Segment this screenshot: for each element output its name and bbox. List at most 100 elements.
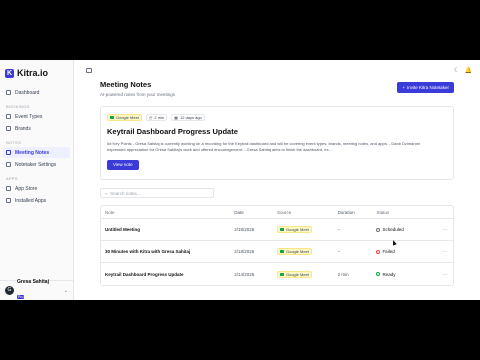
theme-toggle-icon[interactable]: ☾ (454, 67, 459, 74)
sidebar-item-label: Meeting Notes (15, 149, 50, 156)
column-header-duration[interactable]: Duration (338, 210, 377, 215)
sidebar-item-label: Notetaker Settings (15, 161, 57, 168)
row-actions-button[interactable]: ··· (437, 272, 453, 277)
sidebar-item-installed-apps[interactable]: Installed Apps (3, 195, 70, 206)
notes-icon (6, 150, 11, 155)
note-summary: ## Key Points - Gresa Sahitaj is current… (107, 141, 421, 152)
status-cell: Failed (376, 249, 437, 254)
sidebar-item-dashboard[interactable]: Dashboard (3, 87, 70, 98)
column-header-note[interactable]: Note (101, 210, 234, 215)
age-chip: ▦ 12 days ago (171, 113, 205, 121)
note-meta: Google Meet ◷ 2 min ▦ 12 days ago (107, 113, 447, 121)
sidebar-item-label: Brands (15, 125, 31, 132)
status-cell: Scheduled (376, 227, 437, 232)
sidebar: K Kitra.io Dashboard BOOKINGS Event Type… (0, 60, 74, 300)
table-row[interactable]: 30 Minutes with Kitra with Gresa Sahitaj… (101, 241, 453, 263)
logo-mark: K (5, 68, 14, 78)
google-meet-icon (280, 272, 284, 276)
sidebar-item-label: Dashboard (15, 89, 40, 96)
brand-icon (6, 126, 11, 131)
duration-chip: ◷ 2 min (145, 113, 168, 121)
source-label: Google Meet (116, 114, 139, 120)
plan-badge: Pro (17, 294, 25, 299)
date-cell: 2/18/2026 (234, 249, 255, 254)
column-header-date[interactable]: Date (234, 210, 277, 215)
source-chip: Google Meet (277, 248, 312, 255)
home-icon (6, 90, 11, 95)
sidebar-item-label: Installed Apps (15, 197, 47, 204)
clock-icon: ◷ (148, 114, 153, 120)
settings-icon (6, 162, 11, 167)
bell-icon[interactable]: 🔔 (465, 67, 472, 74)
plus-icon: + (402, 85, 405, 90)
google-meet-icon (280, 228, 284, 231)
note-cell: Untitled Meeting (105, 227, 140, 232)
date-cell: 2/18/2026 (234, 227, 255, 232)
grid-icon (6, 198, 11, 203)
age-label: 12 days ago (179, 114, 202, 120)
row-actions-button[interactable]: ··· (437, 227, 453, 232)
table-row[interactable]: Keytrail Dashboard Progress Update 2/14/… (101, 263, 453, 285)
source-cell: Google Meet (277, 226, 338, 233)
sidebar-item-label: App Store (15, 185, 38, 192)
logo-text: Kitra.io (17, 68, 49, 78)
ready-status-icon (376, 272, 381, 276)
sidebar-item-event-types[interactable]: Event Types (3, 111, 70, 122)
page-subtitle: AI-powered notes from your meetings (100, 92, 176, 97)
search-box: ⌕ (100, 188, 214, 198)
search-input[interactable] (110, 190, 207, 196)
logo[interactable]: K Kitra.io (0, 60, 73, 80)
page-body: Meeting Notes AI-powered notes from your… (74, 80, 480, 286)
calendar-icon: ▦ (174, 114, 178, 120)
view-note-button[interactable]: View note (107, 160, 139, 170)
sidebar-toggle-icon[interactable] (86, 67, 92, 73)
main-content: ☾ 🔔 Meeting Notes AI-powered notes from … (74, 60, 480, 300)
source-label: Google Meet (286, 227, 309, 232)
duration-label: 2 min (154, 114, 165, 120)
duration-cell: 2 min (337, 271, 349, 277)
table-row[interactable]: Untitled Meeting 2/18/2026 Google Meet –… (101, 219, 453, 241)
user-info: Gresa Sahitaj Pro (17, 279, 61, 303)
row-actions-button[interactable]: ··· (437, 249, 453, 254)
source-chip: Google Meet (277, 270, 312, 278)
invite-notetaker-label: Invite Kitra Notetaker (406, 85, 449, 90)
table-header: Note Date Source Duration Status (101, 206, 453, 219)
source-label: Google Meet (286, 249, 309, 254)
column-header-source[interactable]: Source (277, 210, 338, 215)
chevron-down-icon[interactable]: ⌄ (64, 288, 68, 294)
user-name: Gresa Sahitaj (17, 278, 49, 285)
page-heading: Meeting Notes AI-powered notes from your… (100, 80, 175, 97)
date-cell: 2/14/2026 (234, 271, 255, 277)
user-menu[interactable]: G Gresa Sahitaj Pro ⌄ (0, 279, 73, 303)
sidebar-item-label: Event Types (15, 113, 43, 120)
sidebar-item-app-store[interactable]: App Store (3, 183, 70, 194)
column-header-status[interactable]: Status (376, 210, 437, 215)
page-title: Meeting Notes (100, 80, 152, 89)
section-label-bookings: BOOKINGS (6, 104, 30, 109)
calendar-icon (6, 114, 11, 119)
note-title: Keytrail Dashboard Progress Update (107, 127, 238, 136)
source-cell: Google Meet (277, 248, 338, 255)
scheduled-status-icon (376, 227, 381, 232)
avatar: G (5, 286, 14, 295)
app-window: K Kitra.io Dashboard BOOKINGS Event Type… (0, 60, 480, 300)
source-chip: Google Meet (277, 226, 312, 233)
store-icon (6, 186, 11, 191)
invite-notetaker-button[interactable]: + Invite Kitra Notetaker (397, 82, 454, 93)
google-meet-icon (110, 115, 114, 119)
topbar-actions: ☾ 🔔 (454, 67, 472, 74)
sidebar-item-meeting-notes[interactable]: Meeting Notes (3, 147, 70, 158)
latest-note-card: Google Meet ◷ 2 min ▦ 12 days ago Keytra… (100, 106, 454, 180)
status-label: Ready (382, 271, 396, 277)
sidebar-item-brands[interactable]: Brands (3, 123, 70, 134)
sidebar-item-notetaker-settings[interactable]: Notetaker Settings (3, 159, 70, 170)
search-icon: ⌕ (105, 190, 108, 196)
note-cell: 30 Minutes with Kitra with Gresa Sahitaj (105, 249, 191, 254)
status-label: Failed (382, 249, 395, 254)
status-label: Scheduled (382, 227, 404, 232)
notes-table: Note Date Source Duration Status Untitle… (100, 205, 454, 286)
topbar: ☾ 🔔 (74, 60, 480, 80)
status-cell: Ready (376, 272, 437, 277)
section-label-notes: NOTES (6, 140, 22, 145)
google-meet-icon (280, 250, 284, 253)
